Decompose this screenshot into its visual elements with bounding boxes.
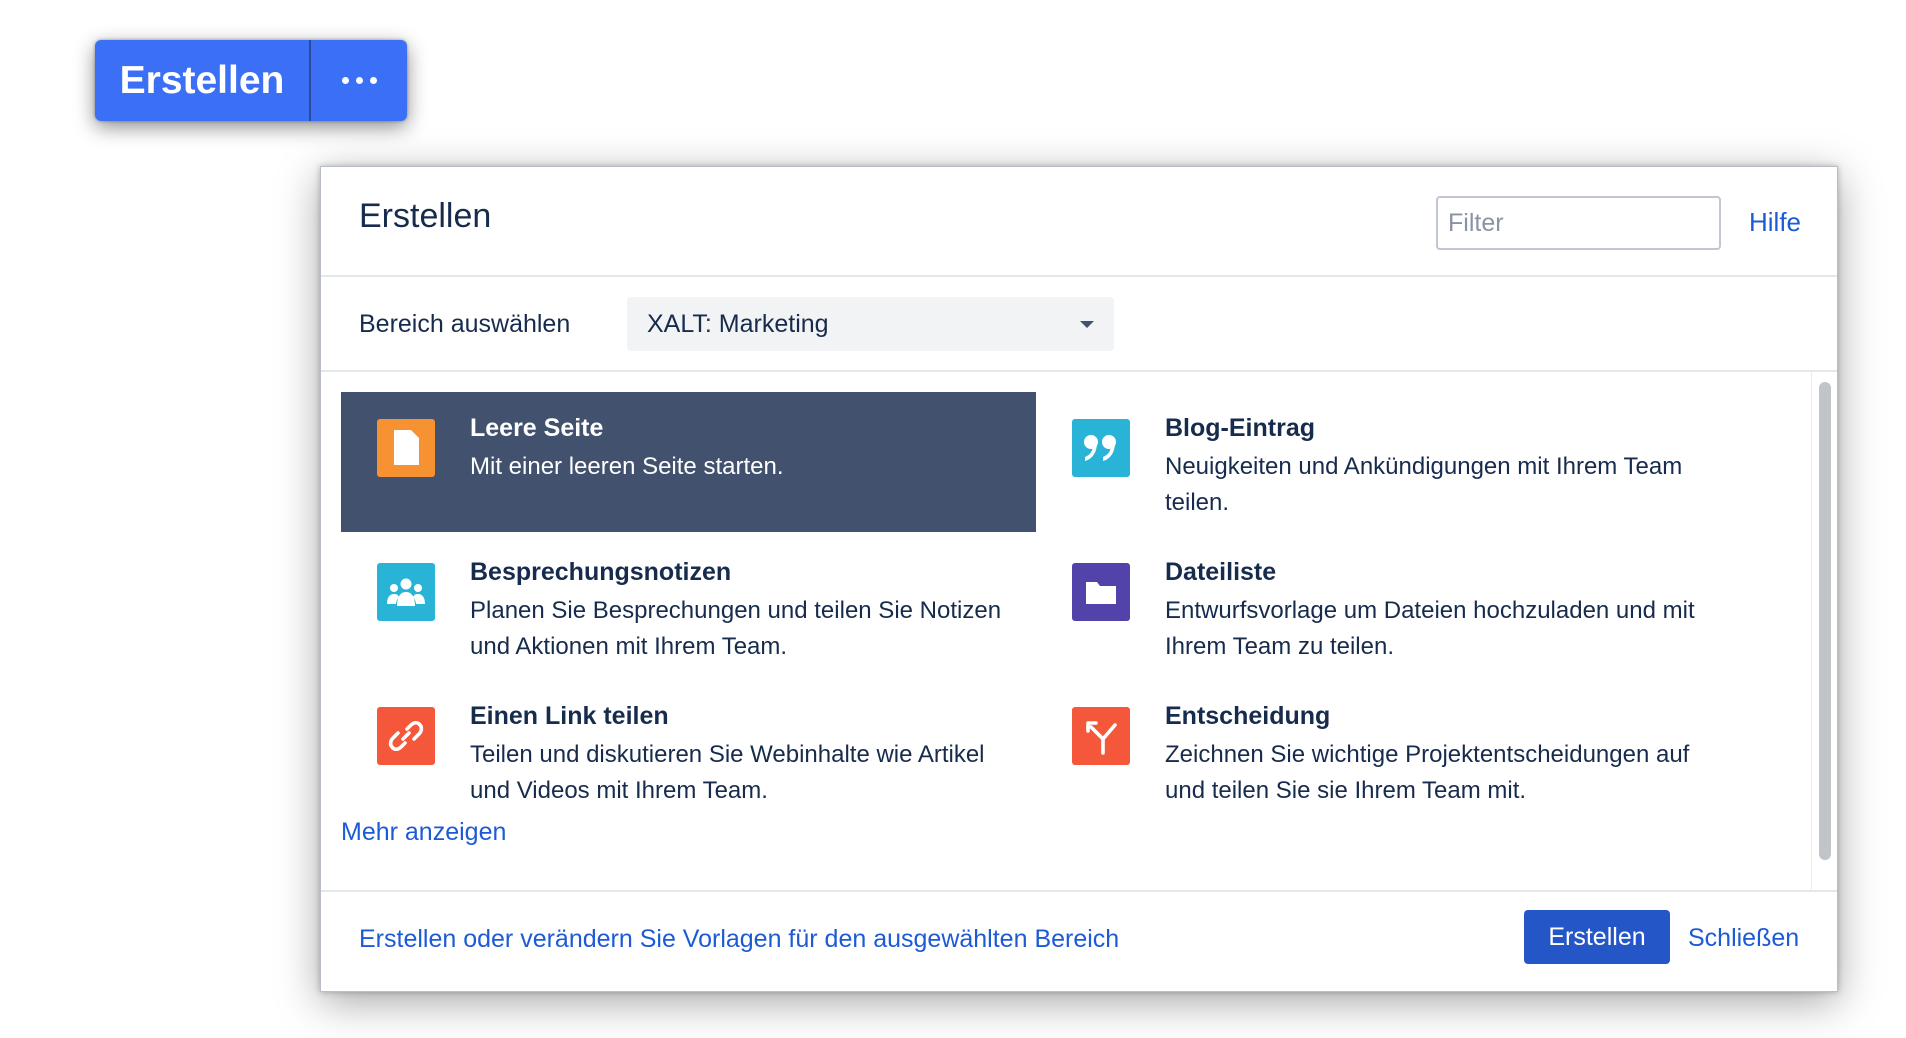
template-description: Entwurfsvorlage um Dateien hochzuladen u… bbox=[1165, 597, 1695, 660]
template-title: Einen Link teilen bbox=[470, 702, 669, 730]
template-blank-page[interactable]: Leere Seite Mit einer leeren Seite start… bbox=[341, 392, 1036, 532]
blank-page-icon bbox=[377, 419, 435, 477]
ellipsis-icon bbox=[341, 77, 377, 84]
template-share-link[interactable]: Einen Link teilen Teilen und diskutieren… bbox=[341, 680, 1036, 820]
template-description: Zeichnen Sie wichtige Projektentscheidun… bbox=[1165, 741, 1690, 804]
quote-icon bbox=[1072, 419, 1130, 477]
show-more-link[interactable]: Mehr anzeigen bbox=[341, 818, 506, 847]
dialog-create-button[interactable]: Erstellen bbox=[1524, 910, 1670, 964]
template-file-list[interactable]: Dateiliste Entwurfsvorlage um Dateien ho… bbox=[1036, 536, 1731, 676]
close-button[interactable]: Schließen bbox=[1688, 924, 1799, 953]
space-select-value: XALT: Marketing bbox=[647, 309, 829, 338]
create-button[interactable]: Erstellen bbox=[95, 40, 309, 121]
template-description: Neuigkeiten und Ankündigungen mit Ihrem … bbox=[1165, 453, 1683, 516]
space-select[interactable]: XALT: Marketing bbox=[627, 297, 1114, 351]
more-options-button[interactable] bbox=[309, 40, 407, 121]
dialog-footer: Erstellen oder verändern Sie Vorlagen fü… bbox=[321, 890, 1837, 993]
people-icon bbox=[377, 563, 435, 621]
template-blog-post[interactable]: Blog-Eintrag Neuigkeiten und Ankündigung… bbox=[1036, 392, 1731, 532]
template-decision[interactable]: Entscheidung Zeichnen Sie wichtige Proje… bbox=[1036, 680, 1731, 820]
template-description: Mit einer leeren Seite starten. bbox=[470, 453, 784, 480]
template-title: Blog-Eintrag bbox=[1165, 414, 1315, 442]
manage-templates-link[interactable]: Erstellen oder verändern Sie Vorlagen fü… bbox=[359, 925, 1119, 954]
create-split-button: Erstellen bbox=[95, 40, 407, 121]
link-icon bbox=[377, 707, 435, 765]
template-title: Entscheidung bbox=[1165, 702, 1331, 730]
create-dialog: Erstellen Hilfe Bereich auswählen XALT: … bbox=[320, 166, 1838, 992]
space-selector-row: Bereich auswählen XALT: Marketing bbox=[321, 277, 1837, 372]
template-description: Teilen und diskutieren Sie Webinhalte wi… bbox=[470, 741, 985, 804]
template-list-scrollbar[interactable] bbox=[1811, 372, 1837, 890]
template-title: Besprechungsnotizen bbox=[470, 558, 732, 586]
template-title: Dateiliste bbox=[1165, 558, 1277, 586]
template-list: Leere Seite Mit einer leeren Seite start… bbox=[321, 372, 1837, 890]
dialog-header: Erstellen Hilfe bbox=[321, 167, 1837, 277]
filter-input[interactable] bbox=[1436, 196, 1721, 250]
template-description: Planen Sie Besprechungen und teilen Sie … bbox=[470, 597, 1002, 660]
dialog-title: Erstellen bbox=[359, 197, 492, 235]
space-label: Bereich auswählen bbox=[359, 310, 571, 338]
template-meeting-notes[interactable]: Besprechungsnotizen Planen Sie Besprechu… bbox=[341, 536, 1036, 676]
folder-icon bbox=[1072, 563, 1130, 621]
chevron-down-icon bbox=[1080, 321, 1094, 328]
decision-icon bbox=[1072, 707, 1130, 765]
scrollbar-thumb[interactable] bbox=[1819, 382, 1831, 860]
template-title: Leere Seite bbox=[470, 414, 604, 442]
help-link[interactable]: Hilfe bbox=[1749, 207, 1801, 238]
